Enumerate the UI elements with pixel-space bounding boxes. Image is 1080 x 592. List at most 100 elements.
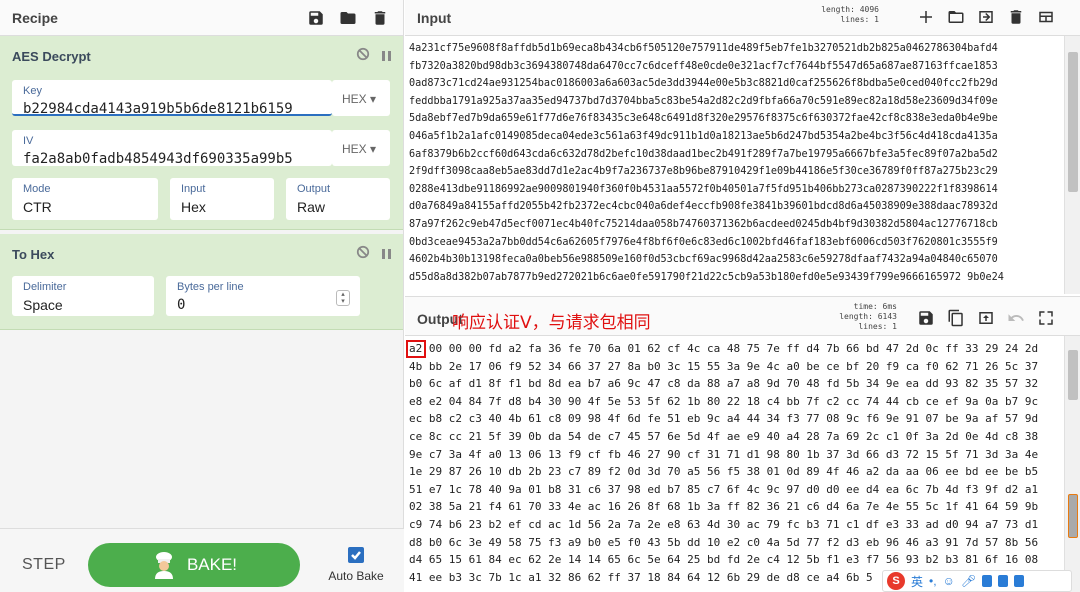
ime-mic-icon[interactable]: 🎤︎ bbox=[961, 574, 976, 588]
delimiter-dropdown[interactable]: Delimiter Space bbox=[12, 276, 154, 316]
bake-bar: STEP BAKE! Auto Bake bbox=[0, 528, 404, 592]
input-line: 2f9dff3098caa8eb5ae83dd7d1e2ac4b9f7a2367… bbox=[409, 166, 998, 178]
key-type-dropdown[interactable]: HEX ▾ bbox=[332, 80, 390, 116]
ime-toolbox-icon[interactable] bbox=[1014, 575, 1025, 587]
input-line: 0ad873c71cd24ae931254bac0186003a6a603ac5… bbox=[409, 78, 998, 90]
highlight-box bbox=[406, 340, 426, 358]
op-to-hex-title: To Hex bbox=[12, 246, 55, 262]
maximize-icon[interactable] bbox=[1035, 307, 1057, 329]
save-output-icon[interactable] bbox=[915, 307, 937, 329]
input-scrollbar[interactable] bbox=[1064, 36, 1080, 294]
output-line: d4 65 15 61 84 ec 62 2e 14 14 65 6c 5e 6… bbox=[409, 553, 1039, 567]
input-line: d55d8a8d382b07ab7877b9ed272021b6c6ae0fe5… bbox=[409, 271, 1004, 283]
output-line: a2 00 00 00 fd a2 fa 36 fe 70 6a 01 62 c… bbox=[409, 342, 1039, 355]
output-textarea[interactable]: a2 00 00 00 fd a2 fa 36 fe 70 6a 01 62 c… bbox=[405, 336, 1065, 592]
bytes-per-line-input[interactable]: 0 bbox=[177, 297, 185, 313]
ime-lang[interactable]: 英 bbox=[911, 573, 923, 590]
chevron-down-icon: ▾ bbox=[369, 92, 376, 106]
trash-icon[interactable] bbox=[1005, 6, 1027, 28]
output-time-value: 6ms bbox=[882, 302, 897, 311]
auto-bake-toggle[interactable]: Auto Bake bbox=[326, 547, 386, 583]
output-length-label: length: bbox=[839, 312, 873, 321]
mode-dropdown[interactable]: Mode CTR bbox=[12, 178, 158, 220]
input-length-value: 4096 bbox=[859, 5, 879, 14]
input-meta: length: 4096 lines: 1 bbox=[815, 5, 879, 25]
input-line: 4a231cf75e9608f8affdb5d1b69eca8b434cb6f5… bbox=[409, 43, 998, 54]
breakpoint-icon[interactable] bbox=[382, 51, 391, 61]
stepper-icon[interactable]: ▴ ▾ bbox=[336, 290, 350, 306]
ime-emoji-icon[interactable]: ☺ bbox=[943, 574, 955, 588]
annotation-text: 响应认证V，与请求包相同 bbox=[452, 313, 651, 333]
output-time-label: time: bbox=[853, 302, 878, 311]
bake-button[interactable]: BAKE! bbox=[88, 543, 300, 587]
open-folder-icon[interactable] bbox=[945, 6, 967, 28]
output-scrollbar[interactable] bbox=[1064, 336, 1080, 592]
input-line: 5da8ebf7ed7b9da659e61f77d6e76f83435c3e64… bbox=[409, 113, 998, 125]
add-icon[interactable] bbox=[915, 6, 937, 28]
layout-icon[interactable] bbox=[1035, 6, 1057, 28]
bytes-per-line-field[interactable]: Bytes per line 0 ▴ ▾ bbox=[166, 276, 360, 316]
output-line: b0 6c af d1 8f f1 bd 8d ea b7 a6 9c 47 c… bbox=[409, 377, 1039, 391]
key-input[interactable]: b22984cda4143a919b5b6de8121b6159 bbox=[23, 101, 293, 117]
key-type-value: HEX bbox=[341, 92, 367, 106]
input-format-value: Hex bbox=[181, 199, 206, 215]
input-line: 87a97f262c9eb47d5ecf0071ec4b40fc75214daa… bbox=[409, 218, 998, 230]
input-line: d0a76849a84155affd2055b42fb2372ec4cbc040… bbox=[409, 201, 998, 213]
ime-toolbar[interactable]: S 英 •, ☺ 🎤︎ bbox=[882, 570, 1072, 592]
input-line: fb7320a3820bd98db3c3694380748da6470cc7c6… bbox=[409, 60, 998, 72]
replace-input-icon[interactable] bbox=[975, 307, 997, 329]
key-field[interactable]: Key b22984cda4143a919b5b6de8121b6159 bbox=[12, 80, 332, 117]
folder-icon[interactable] bbox=[337, 7, 359, 29]
copy-icon[interactable] bbox=[945, 307, 967, 329]
disable-icon[interactable] bbox=[356, 47, 370, 66]
input-line: 046a5f1b2a1afc0149085deca04ede3c561a63f4… bbox=[409, 130, 998, 142]
output-format-label: Output bbox=[297, 183, 331, 195]
op-aes-decrypt-title: AES Decrypt bbox=[12, 48, 91, 64]
input-textarea[interactable]: 4a231cf75e9608f8affdb5d1b69eca8b434cb6f5… bbox=[405, 36, 1065, 294]
step-button[interactable]: STEP bbox=[22, 556, 66, 574]
input-lines-label: lines: bbox=[840, 15, 870, 24]
iv-type-dropdown[interactable]: HEX ▾ bbox=[332, 130, 390, 166]
save-icon[interactable] bbox=[305, 7, 327, 29]
output-length-value: 6143 bbox=[877, 312, 897, 321]
op-aes-decrypt-header: AES Decrypt bbox=[0, 36, 403, 76]
cyberchef-app: Recipe AES Decrypt Key b22984cda4143a919… bbox=[0, 0, 1080, 592]
recipe-title: Recipe bbox=[12, 9, 58, 26]
output-line: 51 e7 1c 78 40 9a 01 b8 31 c6 37 98 ed b… bbox=[409, 482, 1039, 496]
input-lines-value: 1 bbox=[874, 15, 879, 24]
output-format-value: Raw bbox=[297, 199, 326, 215]
output-lines-label: lines: bbox=[858, 322, 888, 331]
trash-icon[interactable] bbox=[369, 7, 391, 29]
output-line: ec b8 c2 c3 40 4b 61 c8 09 98 4f 6d fe 5… bbox=[409, 412, 1039, 426]
recipe-panel: Recipe AES Decrypt Key b22984cda4143a919… bbox=[0, 0, 404, 592]
breakpoint-icon[interactable] bbox=[382, 249, 391, 259]
output-meta: time: 6ms length: 6143 lines: 1 bbox=[815, 302, 897, 332]
mode-value: CTR bbox=[23, 199, 52, 215]
input-format-dropdown[interactable]: Input Hex bbox=[170, 178, 274, 220]
input-header: Input length: 4096 lines: 1 bbox=[405, 0, 1080, 36]
output-line: ce 8c cc 21 5f 39 0b da 54 de c7 45 57 6… bbox=[409, 429, 1039, 443]
op-to-hex-header: To Hex bbox=[0, 234, 403, 274]
ime-skin-icon[interactable] bbox=[998, 575, 1009, 587]
output-line: d8 b0 6c 3e 49 58 75 f3 a9 b0 e5 f0 43 5… bbox=[409, 535, 1039, 549]
undo-icon[interactable] bbox=[1005, 307, 1027, 329]
disable-icon[interactable] bbox=[356, 245, 370, 264]
key-label: Key bbox=[23, 85, 42, 97]
ime-punct-icon[interactable]: •, bbox=[929, 574, 937, 588]
ime-logo-icon[interactable]: S bbox=[887, 572, 905, 590]
bytes-per-line-label: Bytes per line bbox=[177, 281, 244, 293]
mode-label: Mode bbox=[23, 183, 51, 195]
ime-keyboard-icon[interactable] bbox=[982, 575, 993, 587]
output-line: 02 38 5a 21 f4 61 70 33 4e ac 16 26 8f 6… bbox=[409, 500, 1039, 514]
output-format-dropdown[interactable]: Output Raw bbox=[286, 178, 390, 220]
iv-input[interactable]: fa2a8ab0fadb4854943df690335a99b5 bbox=[23, 151, 293, 167]
chef-icon bbox=[154, 552, 173, 579]
input-length-label: length: bbox=[821, 5, 855, 14]
input-title: Input bbox=[417, 10, 452, 26]
input-format-label: Input bbox=[181, 183, 206, 195]
auto-bake-checkbox[interactable] bbox=[348, 547, 364, 563]
open-file-icon[interactable] bbox=[975, 6, 997, 28]
iv-field[interactable]: IV fa2a8ab0fadb4854943df690335a99b5 bbox=[12, 130, 332, 167]
output-line: e8 e2 04 84 7f d8 b4 30 90 4f 5e 53 5f 6… bbox=[409, 394, 1039, 408]
input-line: 6af8379b6b2ccf60d643cda6c632d78d2befc10d… bbox=[409, 148, 998, 160]
